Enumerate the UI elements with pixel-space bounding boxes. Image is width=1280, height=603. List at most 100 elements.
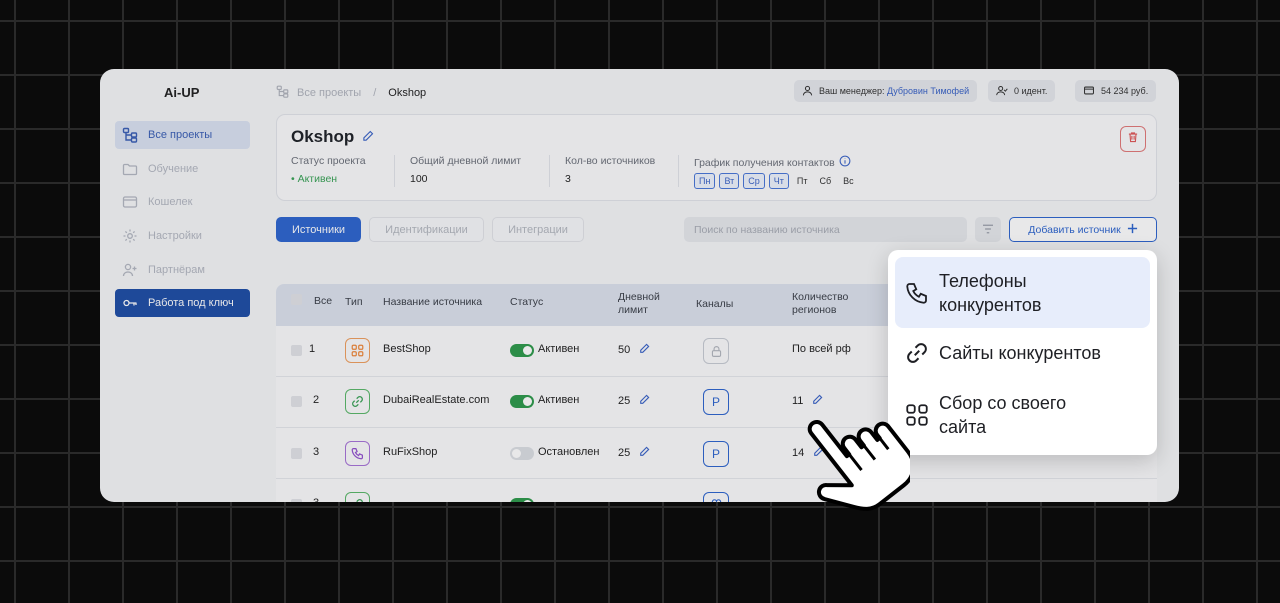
status-value: • Активен <box>291 173 338 185</box>
source-name[interactable]: BestShop <box>383 343 431 355</box>
th-regions-line1: Количество <box>792 291 849 303</box>
th-limit: Дневной лимит <box>618 291 660 317</box>
manager-pill[interactable]: Ваш менеджер: Дубровин Тимофей <box>794 80 978 102</box>
delete-project-button[interactable] <box>1120 126 1146 152</box>
sidebar-item-all-projects[interactable]: Все проекты <box>115 121 250 149</box>
link-icon <box>895 341 939 365</box>
edit-pencil-icon[interactable] <box>362 127 374 147</box>
row-checkbox[interactable] <box>291 448 302 459</box>
status-label: Статус проекта <box>291 155 366 167</box>
th-channels: Каналы <box>696 298 734 310</box>
option-competitor-phones[interactable]: Телефоны конкурентов <box>895 257 1150 328</box>
day-fri[interactable]: Пт <box>793 173 812 189</box>
sidebar: Ai-UP Все проекты Обучение Кошелек Настр… <box>100 69 265 502</box>
th-all: Все <box>314 295 333 307</box>
brain-icon <box>703 492 729 502</box>
trash-icon <box>1127 130 1139 148</box>
search-input[interactable]: Поиск по названию источника <box>684 217 967 242</box>
schedule-days: Пн Вт Ср Чт Пт Сб Вс <box>694 173 858 189</box>
option-own-site[interactable]: Сбор со своего сайта <box>895 385 1150 445</box>
add-source-dropdown: Телефоны конкурентов Сайты конкурентов С… <box>888 250 1157 455</box>
filter-button[interactable] <box>975 217 1001 242</box>
link-icon <box>345 492 370 502</box>
schedule-label-row: График получения контактов <box>694 155 851 170</box>
sidebar-item-label: Настройки <box>148 230 202 242</box>
day-mon[interactable]: Пн <box>694 173 716 189</box>
user-check-icon <box>996 85 1008 98</box>
th-regions: Количество регионов <box>792 291 848 317</box>
project-title-row: Okshop <box>291 127 374 147</box>
user-icon <box>802 85 813 98</box>
gear-icon <box>122 228 138 244</box>
status-toggle[interactable] <box>510 447 534 460</box>
limit-label: Общий дневной лимит <box>410 155 522 167</box>
tab-sources[interactable]: Источники <box>276 217 361 242</box>
option-label-line1: Телефоны <box>939 270 1027 291</box>
th-status: Статус <box>510 296 544 308</box>
day-tue[interactable]: Вт <box>719 173 740 189</box>
sources-label: Кол-во источников <box>565 155 656 167</box>
status-text: Остановлен <box>538 446 600 458</box>
divider <box>394 155 395 187</box>
hand-cursor-icon <box>800 405 916 530</box>
option-label-line1: Сбор со своего <box>939 393 1067 413</box>
projects-tree-icon <box>122 127 138 143</box>
option-label-line2: конкурентов <box>939 294 1042 315</box>
th-regions-line2: регионов <box>792 304 837 316</box>
sidebar-item-partners[interactable]: Партнёрам <box>115 256 250 284</box>
sidebar-item-wallet[interactable]: Кошелек <box>115 188 250 216</box>
source-name[interactable]: RuFixShop <box>383 446 437 458</box>
wallet-icon <box>1083 85 1095 98</box>
projects-tree-icon <box>276 85 289 101</box>
day-sun[interactable]: Вс <box>839 173 858 189</box>
screen-frame: Ai-UP Все проекты Обучение Кошелек Настр… <box>0 0 1280 603</box>
row-checkbox[interactable] <box>291 396 302 407</box>
info-icon[interactable] <box>839 155 851 170</box>
phone-icon <box>895 281 939 305</box>
parking-icon: P <box>703 441 729 467</box>
select-all-checkbox[interactable] <box>291 294 302 305</box>
edit-pencil-icon[interactable] <box>639 446 650 460</box>
limit-value: 100 <box>410 173 428 185</box>
day-thu[interactable]: Чт <box>768 173 789 189</box>
row-number: 2 <box>313 394 320 406</box>
status-toggle[interactable] <box>510 498 534 502</box>
idents-pill[interactable]: 0 идент. <box>988 80 1056 102</box>
idents-count: 0 идент. <box>1014 86 1048 96</box>
project-card: Okshop Статус проекта • Активен Общий дн… <box>276 114 1157 201</box>
user-plus-icon <box>122 262 138 278</box>
daily-limit: 25 <box>618 394 650 408</box>
sidebar-item-label: Обучение <box>148 163 199 175</box>
tab-integrations[interactable]: Интеграции <box>492 217 584 242</box>
row-checkbox[interactable] <box>291 499 302 502</box>
th-limit-line2: лимит <box>618 304 648 316</box>
day-sat[interactable]: Сб <box>816 173 836 189</box>
table-row[interactable]: 3 <box>276 479 1157 502</box>
edit-pencil-icon[interactable] <box>639 343 650 357</box>
source-name[interactable]: DubaiRealEstate.com <box>383 394 489 406</box>
sidebar-item-turnkey[interactable]: Работа под ключ <box>115 289 250 317</box>
breadcrumb-root-link[interactable]: Все проекты <box>297 87 361 99</box>
balance-pill[interactable]: 54 234 руб. <box>1075 80 1157 102</box>
parking-icon: P <box>703 389 729 415</box>
edit-pencil-icon[interactable] <box>639 394 650 408</box>
sidebar-item-settings[interactable]: Настройки <box>115 222 250 250</box>
sidebar-item-label: Кошелек <box>148 196 193 208</box>
status-text: Активен <box>538 343 580 355</box>
breadcrumb: Все проекты / Okshop <box>276 85 426 101</box>
th-type: Тип <box>345 296 363 308</box>
sidebar-item-label: Партнёрам <box>148 264 205 276</box>
regions-count: По всей рф <box>792 343 851 355</box>
add-source-button[interactable]: Добавить источник <box>1009 217 1157 242</box>
row-checkbox[interactable] <box>291 345 302 356</box>
sidebar-item-label: Все проекты <box>148 129 213 141</box>
option-competitor-sites[interactable]: Сайты конкурентов <box>895 337 1150 369</box>
day-wed[interactable]: Ср <box>743 173 765 189</box>
balance-value: 54 234 руб. <box>1101 86 1149 96</box>
filter-icon <box>982 221 994 239</box>
status-toggle[interactable] <box>510 395 534 408</box>
sidebar-item-learning[interactable]: Обучение <box>115 155 250 183</box>
project-limit: Общий дневной лимит 100 <box>410 155 521 185</box>
status-toggle[interactable] <box>510 344 534 357</box>
tab-identifications[interactable]: Идентификации <box>369 217 484 242</box>
